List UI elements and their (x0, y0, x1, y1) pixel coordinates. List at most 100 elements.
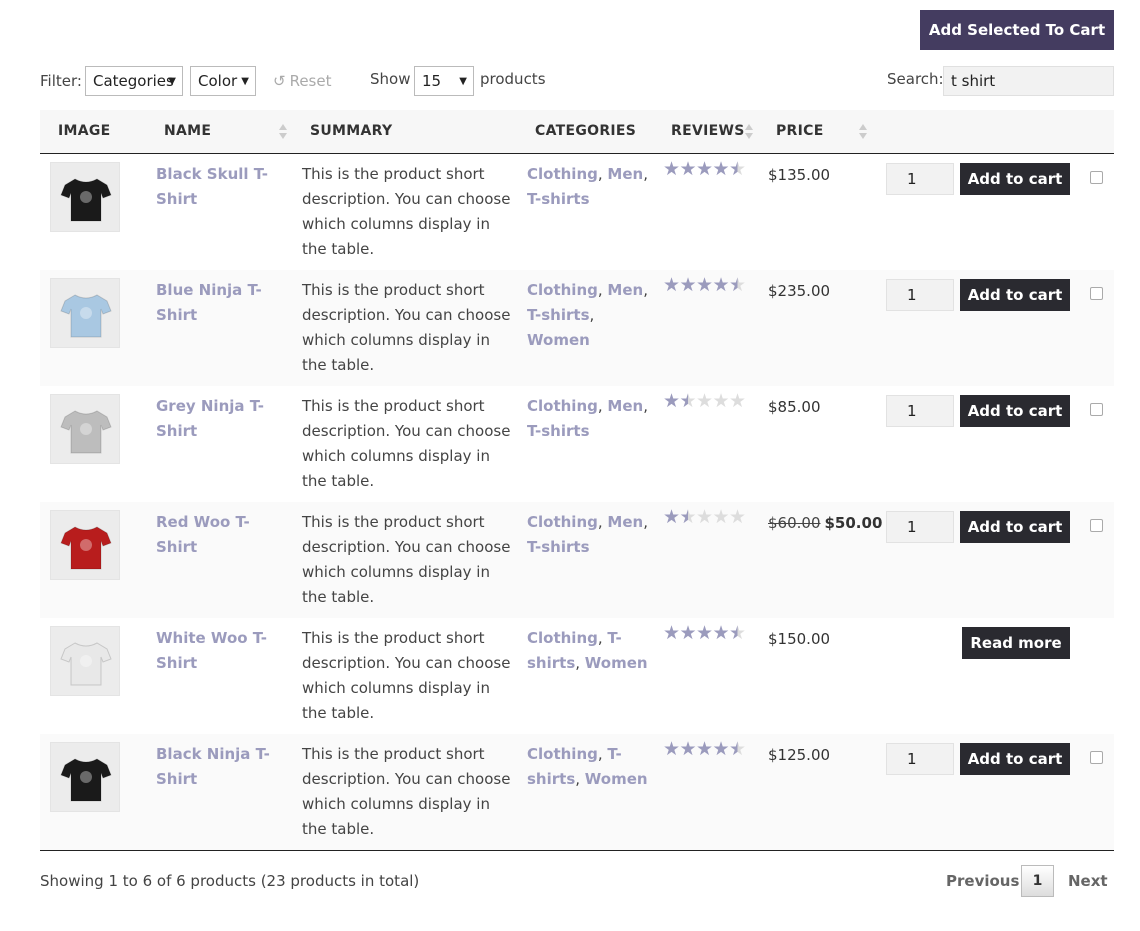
product-summary: This is the product short description. Y… (302, 165, 511, 258)
tshirt-thumbnail-icon[interactable] (50, 278, 120, 348)
page-length-select[interactable]: 15 ▼ (414, 66, 474, 96)
quantity-input[interactable]: 1 (886, 511, 954, 543)
column-header-image: IMAGE (58, 123, 111, 139)
price-value: $150.00 (768, 630, 831, 648)
star-icon: ★ (696, 158, 714, 180)
category-link[interactable]: T-shirts (527, 538, 590, 556)
read-more-button[interactable]: Read more (962, 627, 1070, 659)
product-name-link[interactable]: Red Woo T-Shirt (156, 510, 284, 560)
star-icon: ★ (696, 390, 714, 412)
reset-label: Reset (289, 72, 332, 90)
star-icon: ★ (696, 274, 714, 296)
table-row: Black Skull T-Shirt This is the product s… (40, 154, 1114, 270)
page-length-value: 15 (422, 72, 442, 90)
category-link[interactable]: Clothing (527, 629, 598, 647)
table-row: Blue Ninja T-Shirt This is the product sh… (40, 270, 1114, 386)
rating-stars: ★ ★ ★ ★ ★ (663, 505, 746, 529)
category-link[interactable]: Men (607, 165, 643, 183)
add-to-cart-button[interactable]: Add to cart (960, 395, 1070, 427)
categories-select[interactable]: Categories ▼ (85, 66, 183, 96)
rating-stars: ★ ★ ★ ★ ★ (663, 389, 746, 413)
category-link[interactable]: Clothing (527, 281, 598, 299)
tshirt-thumbnail-icon[interactable] (50, 394, 120, 464)
product-categories: Clothing, Men, T-shirts (527, 165, 648, 208)
star-icon: ★ (712, 738, 730, 760)
sort-icon[interactable] (279, 124, 287, 140)
column-header-reviews[interactable]: REVIEWS (671, 123, 745, 139)
category-link[interactable]: Women (527, 331, 590, 349)
tshirt-thumbnail-icon[interactable] (50, 626, 120, 696)
select-checkbox[interactable] (1090, 171, 1103, 184)
product-name-link[interactable]: White Woo T-Shirt (156, 626, 284, 676)
star-icon: ★ (679, 274, 697, 296)
tshirt-thumbnail-icon[interactable] (50, 742, 120, 812)
category-link[interactable]: Clothing (527, 513, 598, 531)
star-icon: ★ (729, 274, 747, 296)
quantity-input[interactable]: 1 (886, 743, 954, 775)
add-to-cart-button[interactable]: Add to cart (960, 511, 1070, 543)
category-link[interactable]: Clothing (527, 165, 598, 183)
product-summary: This is the product short description. Y… (302, 513, 511, 606)
category-link[interactable]: Men (607, 281, 643, 299)
sort-icon[interactable] (745, 124, 753, 140)
column-header-price[interactable]: PRICE (776, 123, 824, 139)
column-header-name[interactable]: NAME (164, 123, 211, 139)
category-link[interactable]: Clothing (527, 745, 598, 763)
pagination-next[interactable]: Next (1068, 872, 1108, 890)
star-icon: ★ (712, 390, 730, 412)
product-name-link[interactable]: Black Ninja T-Shirt (156, 742, 284, 792)
select-checkbox[interactable] (1090, 403, 1103, 416)
search-input[interactable]: t shirt (943, 66, 1114, 96)
add-to-cart-button[interactable]: Add to cart (960, 743, 1070, 775)
product-price: $135.00 (768, 166, 830, 184)
star-icon: ★ (663, 158, 681, 180)
tshirt-thumbnail-icon[interactable] (50, 162, 120, 232)
quantity-input[interactable]: 1 (886, 279, 954, 311)
star-icon: ★ (663, 274, 681, 296)
reset-link[interactable]: ↺ Reset (273, 72, 331, 90)
product-name-link[interactable]: Blue Ninja T-Shirt (156, 278, 284, 328)
product-categories: Clothing, Men, T-shirts, Women (527, 281, 648, 349)
filter-label: Filter: (40, 72, 82, 90)
star-icon: ★ (712, 506, 730, 528)
show-label: Show (370, 70, 411, 88)
table-row: Grey Ninja T-Shirt This is the product sh… (40, 386, 1114, 502)
product-categories: Clothing, Men, T-shirts (527, 397, 648, 440)
category-link[interactable]: T-shirts (527, 190, 590, 208)
select-checkbox[interactable] (1090, 519, 1103, 532)
category-link[interactable]: T-shirts (527, 306, 590, 324)
table-row: White Woo T-Shirt This is the product sho… (40, 618, 1114, 734)
category-link[interactable]: Men (607, 513, 643, 531)
category-link[interactable]: Men (607, 397, 643, 415)
product-name-link[interactable]: Black Skull T-Shirt (156, 162, 284, 212)
sort-icon[interactable] (859, 124, 867, 140)
color-select-value: Color (198, 72, 238, 90)
price-value: $135.00 (768, 166, 831, 184)
tshirt-thumbnail-icon[interactable] (50, 510, 120, 580)
product-name-link[interactable]: Grey Ninja T-Shirt (156, 394, 284, 444)
select-checkbox[interactable] (1090, 751, 1103, 764)
add-to-cart-button[interactable]: Add to cart (960, 279, 1070, 311)
rating-stars: ★ ★ ★ ★ ★ (663, 737, 746, 761)
quantity-input[interactable]: 1 (886, 395, 954, 427)
quantity-input[interactable]: 1 (886, 163, 954, 195)
star-icon: ★ (696, 622, 714, 644)
chevron-down-icon: ▼ (459, 76, 467, 87)
color-select[interactable]: Color ▼ (190, 66, 256, 96)
table-row: Red Woo T-Shirt This is the product short… (40, 502, 1114, 618)
pagination-previous[interactable]: Previous (946, 872, 1019, 890)
add-to-cart-button[interactable]: Add to cart (960, 163, 1070, 195)
rating-stars: ★ ★ ★ ★ ★ (663, 621, 746, 645)
category-link[interactable]: Women (585, 770, 648, 788)
price-value: $85.00 (768, 398, 821, 416)
select-checkbox[interactable] (1090, 287, 1103, 300)
table-info: Showing 1 to 6 of 6 products (23 product… (40, 872, 420, 890)
category-link[interactable]: T-shirts (527, 422, 590, 440)
star-icon: ★ (696, 738, 714, 760)
pagination-page-1[interactable]: 1 (1021, 865, 1054, 897)
rating-stars: ★ ★ ★ ★ ★ (663, 273, 746, 297)
add-selected-to-cart-button[interactable]: Add Selected To Cart (920, 10, 1114, 50)
star-icon: ★ (712, 274, 730, 296)
category-link[interactable]: Women (585, 654, 648, 672)
category-link[interactable]: Clothing (527, 397, 598, 415)
